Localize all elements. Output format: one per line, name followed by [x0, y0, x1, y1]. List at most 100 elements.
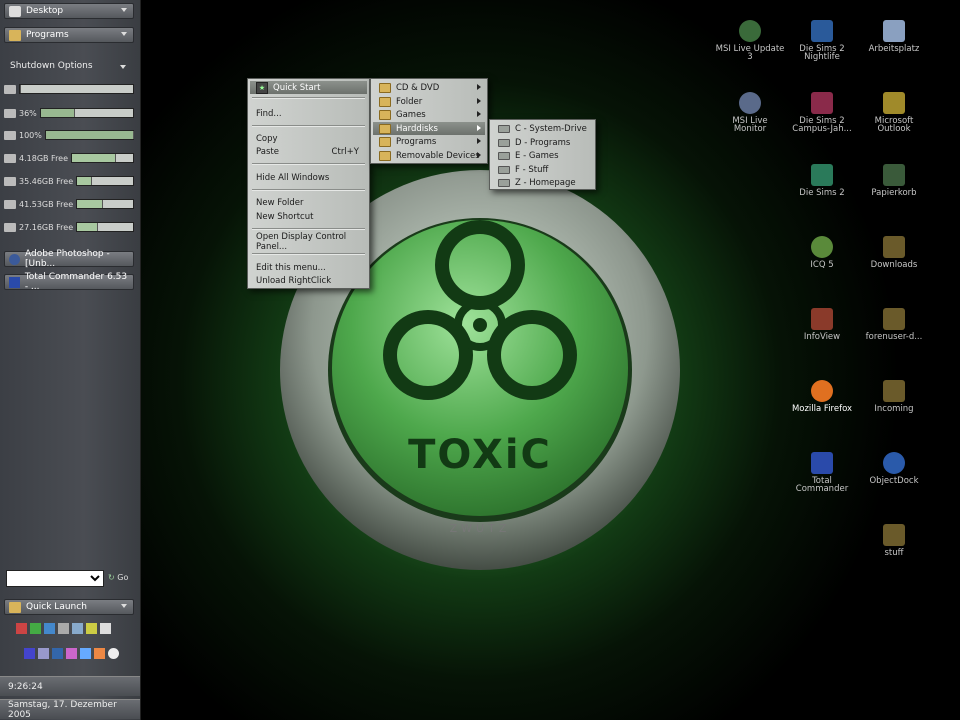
meter-label: 100% [19, 130, 42, 140]
icon-label: Incoming [874, 404, 914, 414]
menu-item-label: Folder [396, 96, 423, 107]
desktop-icon-arbeitsplatz[interactable]: Arbeitsplatz [859, 20, 929, 53]
desktop-icon-downloads[interactable]: Downloads [859, 236, 929, 269]
task-button-total-commander[interactable]: Total Commander 6.53 - ... [4, 272, 134, 292]
menu-item-hide-all-windows[interactable]: Hide All Windows [250, 171, 367, 184]
app-icon[interactable] [80, 648, 91, 659]
shutdown-options-button[interactable]: Shutdown Options [10, 61, 93, 71]
desktop-icon-msi-live-update[interactable]: MSI Live Update 3 [715, 20, 785, 61]
submenu-arrow-icon [477, 111, 481, 117]
hard-drive-icon [498, 138, 510, 147]
app-icon[interactable] [86, 623, 97, 634]
app-icon[interactable] [44, 623, 55, 634]
app-icon[interactable] [30, 623, 41, 634]
icon-label: Total Commander [795, 476, 849, 494]
context-menu: ★ Quick Start Find... Copy Paste Ctrl+Y Hi… [247, 78, 370, 289]
menu-item-quick-start[interactable]: ★ Quick Start [250, 81, 367, 94]
cpu-meter-bar [39, 108, 134, 118]
desktop-icon-icq[interactable]: ICQ 5 [787, 236, 857, 269]
menu-item-drive-z[interactable]: Z - Homepage [492, 176, 593, 189]
meter-fill [20, 85, 21, 93]
desktop-icon-forenuser[interactable]: forenuser-d... [859, 308, 929, 341]
app-icon[interactable] [72, 623, 83, 634]
menu-item-label: Copy [256, 133, 278, 144]
meter-row: 35.46GB Free [4, 174, 134, 188]
folder-icon [9, 29, 21, 41]
menu-item-label: Harddisks [396, 123, 438, 134]
menu-separator [252, 125, 365, 127]
menu-item-label: Games [396, 109, 426, 120]
app-icon[interactable] [66, 648, 77, 659]
app-icon[interactable] [58, 623, 69, 634]
meter-fill [72, 154, 116, 162]
menu-item-games[interactable]: Games [373, 108, 485, 121]
meter-row [4, 82, 134, 96]
desktop-icon-infoview[interactable]: InfoView [787, 308, 857, 341]
menu-item-label: Hide All Windows [256, 172, 330, 183]
app-icon[interactable] [52, 648, 63, 659]
icon-label: MSI Live Update 3 [715, 44, 785, 62]
quick-launch-button[interactable]: Quick Launch [4, 599, 134, 615]
desktop-icon-papierkorb[interactable]: Papierkorb [859, 164, 929, 197]
menu-item-harddisks[interactable]: Harddisks [373, 122, 485, 135]
submenu-arrow-icon [477, 98, 481, 104]
submenu-arrow-icon [477, 84, 481, 90]
menu-item-removable-devices[interactable]: Removable Devices [373, 149, 485, 162]
desktop-icon [9, 5, 21, 17]
meter-row: 4.18GB Free [4, 151, 134, 165]
desktop-icon-firefox[interactable]: Mozilla Firefox [787, 380, 857, 413]
menu-item-folder[interactable]: Folder [373, 95, 485, 108]
run-input[interactable] [6, 570, 104, 587]
icon-label: Papierkorb [871, 188, 917, 198]
menu-item-programs[interactable]: Programs [373, 135, 485, 148]
desktop-button[interactable]: Desktop [4, 3, 134, 19]
sims-icon [811, 92, 833, 114]
menu-item-edit-menu[interactable]: Edit this menu... [250, 261, 367, 274]
menu-item-new-folder[interactable]: New Folder [250, 196, 367, 209]
menu-item-label: Unload RightClick [256, 275, 332, 286]
menu-item-drive-e[interactable]: E - Games [492, 149, 593, 162]
folder-icon [379, 123, 391, 134]
menu-item-copy[interactable]: Copy [250, 132, 367, 145]
desktop-icon-incoming[interactable]: Incoming [859, 380, 929, 413]
menu-item-open-display-control-panel[interactable]: Open Display Control Panel... [250, 232, 367, 252]
app-icon[interactable] [16, 623, 27, 634]
menu-item-drive-c[interactable]: C - System-Drive [492, 122, 593, 135]
desktop-icon-sims-nightlife[interactable]: Die Sims 2 Nightlife [787, 20, 857, 61]
desktop-icon-stuff[interactable]: stuff [859, 524, 929, 557]
drive-icon [4, 176, 16, 186]
menu-item-label: D - Programs [515, 137, 571, 148]
infoview-icon [811, 308, 833, 330]
menu-item-drive-f[interactable]: F - Stuff [492, 163, 593, 176]
menu-item-find[interactable]: Find... [250, 107, 367, 120]
go-button[interactable]: ↻ Go [108, 573, 128, 582]
desktop-icon-total-commander[interactable]: Total Commander [787, 452, 857, 493]
app-icon[interactable] [24, 648, 35, 659]
hard-drive-icon [498, 151, 510, 160]
steam-icon[interactable] [108, 648, 119, 659]
meter-fill [77, 200, 104, 208]
drive-meter-bar [76, 199, 134, 209]
icon-label: Die Sims 2 [799, 188, 845, 198]
app-icon[interactable] [94, 648, 105, 659]
drive-meter-bar [71, 153, 134, 163]
task-button-photoshop[interactable]: Adobe Photoshop - [Unb... [4, 249, 134, 269]
desktop-icon-outlook[interactable]: Microsoft Outlook [859, 92, 929, 133]
desktop-icon-sims2[interactable]: Die Sims 2 [787, 164, 857, 197]
desktop-icon-sims-campus[interactable]: Die Sims 2 Campus-Jah... [787, 92, 857, 133]
desktop-icon-objectdock[interactable]: ObjectDock [859, 452, 929, 485]
menu-item-drive-d[interactable]: D - Programs [492, 136, 593, 149]
drive-icon [4, 222, 16, 232]
menu-item-new-shortcut[interactable]: New Shortcut [250, 210, 367, 223]
menu-item-paste[interactable]: Paste Ctrl+Y [250, 145, 367, 158]
icon-label: MSI Live Monitor [732, 116, 768, 134]
menu-item-label: Find... [256, 108, 282, 119]
menu-item-label: Removable Devices [396, 150, 480, 161]
menu-separator [252, 253, 365, 255]
menu-item-cd-dvd[interactable]: CD & DVD [373, 81, 485, 94]
programs-button[interactable]: Programs [4, 27, 134, 43]
app-icon[interactable] [38, 648, 49, 659]
desktop-icon-msi-live-monitor[interactable]: MSI Live Monitor [715, 92, 785, 133]
app-icon[interactable] [100, 623, 111, 634]
menu-item-unload-rightclick[interactable]: Unload RightClick [250, 274, 367, 287]
